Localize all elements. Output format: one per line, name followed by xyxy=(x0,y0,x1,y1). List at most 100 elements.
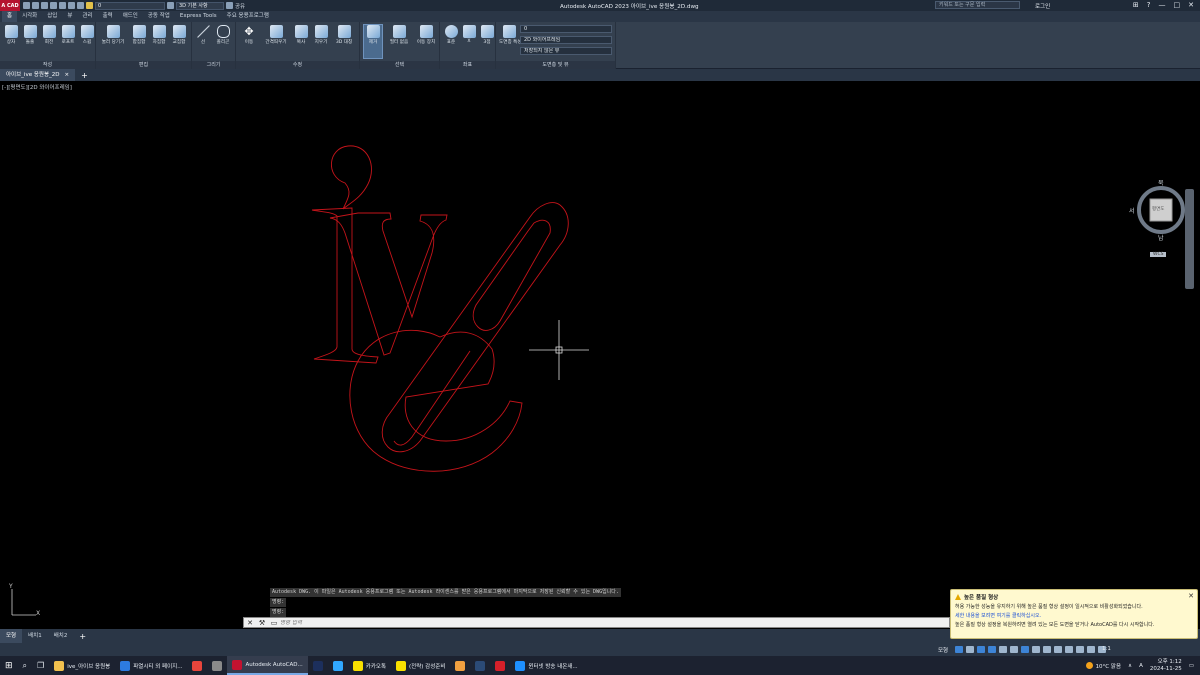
view-cube-west[interactable]: 서 xyxy=(1129,206,1135,215)
mirror3d-tool[interactable]: 3D 대칭 xyxy=(333,25,355,45)
view-cube-top-face[interactable]: 평면도 xyxy=(1152,206,1164,212)
panel-title-coordinates[interactable]: 좌표 xyxy=(440,61,495,69)
language-icon[interactable]: A xyxy=(1139,663,1143,669)
grid-icon[interactable] xyxy=(955,646,963,653)
clock[interactable]: 오후 1:12 2024-11-25 xyxy=(1150,659,1182,673)
quick-properties-icon[interactable] xyxy=(1087,646,1095,653)
model-space-button[interactable]: 모형 xyxy=(938,646,948,654)
drawing-viewport[interactable]: [-][평면도][2D 와이어프레임] Y X 북 남 서 평면도 WCS Au… xyxy=(0,81,1200,629)
tab-output[interactable]: 출력 xyxy=(98,11,118,22)
taskbar-app[interactable] xyxy=(470,656,490,675)
close-icon[interactable]: × xyxy=(65,69,70,81)
cart-icon[interactable]: ⊞ xyxy=(1133,1,1139,9)
copy-tool[interactable]: 복사 xyxy=(292,25,310,45)
view-cube-north[interactable]: 북 xyxy=(1158,178,1164,187)
tab-manage[interactable]: 관리 xyxy=(77,11,97,22)
taskbar-app[interactable] xyxy=(187,656,207,675)
close-icon[interactable]: ✕ xyxy=(1188,1,1194,9)
ortho-icon[interactable] xyxy=(977,646,985,653)
taskbar-app[interactable]: Autodesk AutoCAD... xyxy=(227,656,308,675)
panel-title-layers-view[interactable]: 도면층 및 뷰 xyxy=(496,61,615,69)
close-command-icon[interactable]: ✕ xyxy=(244,619,256,627)
taskbar-app[interactable] xyxy=(490,656,510,675)
panel-title-selection[interactable]: 선택 xyxy=(360,61,439,69)
taskbar-app[interactable] xyxy=(308,656,328,675)
taskbar-app[interactable]: ive_아이브 응원봉 xyxy=(49,656,115,675)
minimize-icon[interactable]: — xyxy=(1159,1,1166,9)
lightbulb-icon[interactable] xyxy=(86,2,93,9)
save-icon[interactable] xyxy=(41,2,48,9)
tab-visualize[interactable]: 시각화 xyxy=(17,11,42,22)
intersect-tool[interactable]: 교집합 xyxy=(170,25,188,45)
tab-view[interactable]: 뷰 xyxy=(62,11,77,22)
units-icon[interactable] xyxy=(1076,646,1084,653)
subtract-tool[interactable]: 차집합 xyxy=(150,25,168,45)
offset-tool[interactable]: 간격띄우기 xyxy=(262,25,290,45)
help-icon[interactable]: ? xyxy=(1147,1,1151,9)
revolve-tool[interactable]: 회전 xyxy=(40,25,58,45)
search-icon[interactable]: ⌕ xyxy=(18,656,32,675)
presspull-tool[interactable]: 눌러 당기기 xyxy=(100,25,126,45)
world-ucs-tool[interactable]: 표준 xyxy=(442,25,460,45)
undo-icon[interactable] xyxy=(68,2,75,9)
remove-tool[interactable]: 제거 xyxy=(363,24,383,59)
share-icon[interactable] xyxy=(226,2,233,9)
annotation-icon[interactable] xyxy=(1054,646,1062,653)
taskbar-app[interactable]: (전략) 감성준비 xyxy=(391,656,450,675)
weather-widget[interactable]: 10°C 맑음 xyxy=(1085,662,1121,670)
tab-home[interactable]: 홈 xyxy=(2,11,18,22)
selection-cycling-icon[interactable] xyxy=(1043,646,1051,653)
taskbar-app[interactable] xyxy=(328,656,348,675)
panel-title-create[interactable]: 작성 xyxy=(0,61,95,69)
tab-model[interactable]: 모형 xyxy=(0,629,23,643)
search-input[interactable]: 키워드 또는 구문 입력 xyxy=(935,1,1020,9)
save-as-icon[interactable] xyxy=(50,2,57,9)
add-layout-icon[interactable]: + xyxy=(79,632,86,641)
three-point-ucs-tool[interactable]: 3점 xyxy=(478,25,496,45)
view-cube[interactable]: 북 남 동 서 평면도 WCS xyxy=(1129,178,1193,257)
tab-insert[interactable]: 삽입 xyxy=(42,11,62,22)
loft-tool[interactable]: 로프트 xyxy=(59,25,77,45)
tab-addins[interactable]: 애드인 xyxy=(118,11,143,22)
line-tool[interactable]: 선 xyxy=(194,25,212,45)
new-tab-icon[interactable]: + xyxy=(81,71,88,80)
open-file-icon[interactable] xyxy=(32,2,39,9)
snap-icon[interactable] xyxy=(966,646,974,653)
move-tool[interactable]: ✥ 이동 xyxy=(240,25,258,45)
plot-icon[interactable] xyxy=(59,2,66,9)
taskbar-app[interactable]: 윈터넷 방송 내온새... xyxy=(510,656,582,675)
polar-icon[interactable] xyxy=(988,646,996,653)
notification-center-icon[interactable]: ▭ xyxy=(1189,663,1194,669)
x-ucs-tool[interactable]: X xyxy=(460,25,478,44)
annotation-scale[interactable]: 1:1 xyxy=(1102,646,1111,652)
start-button[interactable]: ⊞ xyxy=(0,656,18,675)
tab-express-tools[interactable]: Express Tools xyxy=(175,11,222,22)
gear-icon[interactable] xyxy=(167,2,174,9)
navigation-bar[interactable] xyxy=(1185,189,1194,289)
wcs-menu[interactable]: WCS xyxy=(1150,252,1167,257)
command-input[interactable] xyxy=(280,619,920,626)
polygon-tool[interactable]: 폴리곤 xyxy=(214,25,232,45)
gizmo-tool[interactable]: 이동 장치 xyxy=(416,25,436,45)
view-dropdown[interactable]: 저장되지 않은 뷰 xyxy=(520,47,612,55)
share-label[interactable]: 공유 xyxy=(235,2,245,10)
no-filter-tool[interactable]: 필터 없음 xyxy=(387,25,411,45)
taskbar-app[interactable]: 파열시티 외 페이지... xyxy=(115,656,187,675)
tab-collaborate[interactable]: 공동 작업 xyxy=(143,11,175,22)
layer-dropdown[interactable]: 0 xyxy=(520,25,612,33)
tab-layout1[interactable]: 배치1 xyxy=(22,629,48,643)
panel-title-edit[interactable]: 편집 xyxy=(96,61,191,69)
maximize-icon[interactable]: □ xyxy=(1174,1,1181,9)
view-cube-south[interactable]: 남 xyxy=(1158,233,1164,242)
taskbar-app[interactable]: 카카오톡 xyxy=(348,656,391,675)
application-menu-button[interactable]: A CAD xyxy=(0,0,20,11)
close-icon[interactable]: ✕ xyxy=(1188,592,1194,600)
workspace-combo[interactable]: 3D 기본 사항 xyxy=(176,1,224,10)
redo-icon[interactable] xyxy=(77,2,84,9)
tab-featured-apps[interactable]: 주요 응용프로그램 xyxy=(222,11,274,22)
notification-link[interactable]: 세한 내용을 보려면 여기를 클릭하십시오. xyxy=(955,613,1193,619)
union-tool[interactable]: 합집합 xyxy=(130,25,148,45)
layer-properties-tool[interactable]: 도면층 특성 xyxy=(499,25,522,45)
login-button[interactable]: 로그인 xyxy=(1035,2,1050,10)
command-prompt-icon[interactable]: ▭ xyxy=(268,619,280,627)
